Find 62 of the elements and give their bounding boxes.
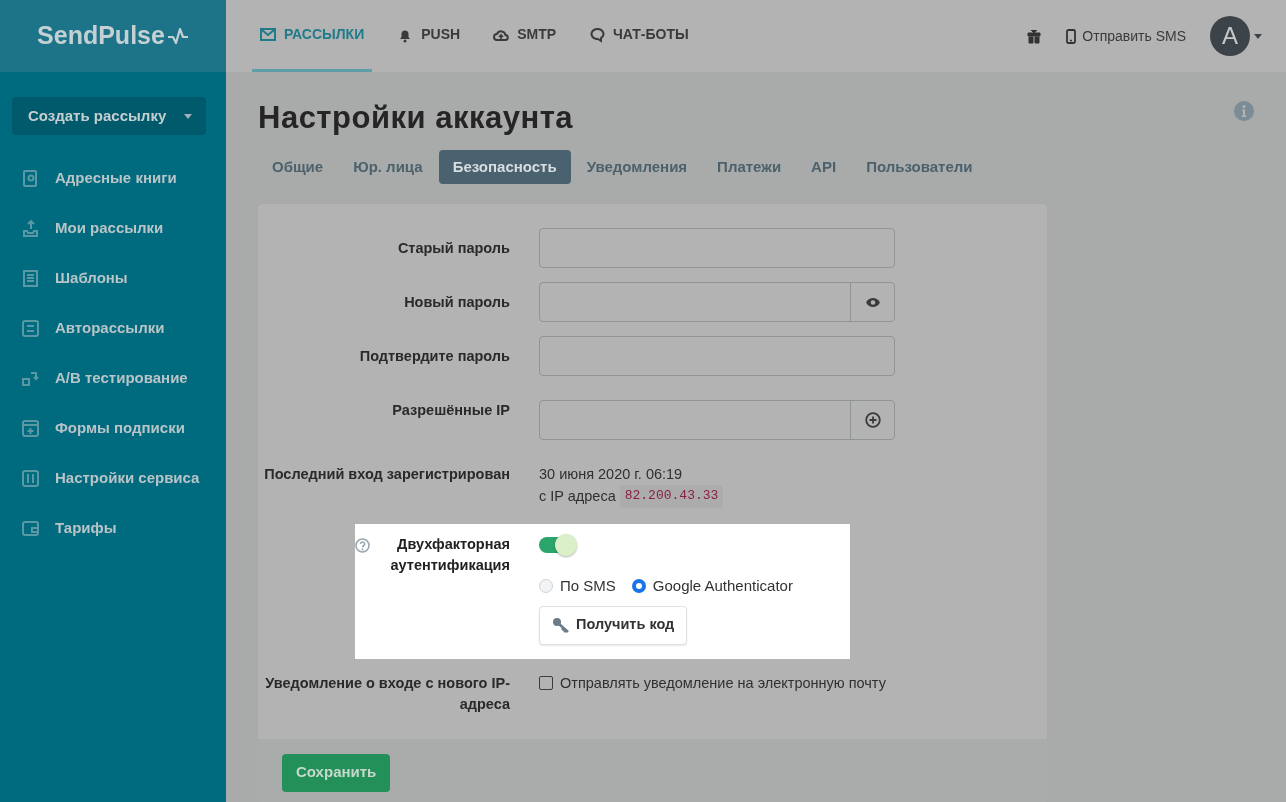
last-login-date: 30 июня 2020 г. 06:19	[539, 465, 684, 485]
template-icon	[22, 269, 39, 287]
top-nav-tab[interactable]: PUSH	[389, 0, 469, 72]
sidebar-item[interactable]: Адресные книги	[0, 153, 226, 203]
radio-option[interactable]: По SMS	[539, 575, 616, 598]
field-label: Новый пароль	[403, 293, 510, 313]
sliders-icon	[22, 319, 39, 337]
input-field[interactable]	[539, 282, 895, 323]
settings-tab[interactable]: Уведомления	[572, 150, 702, 185]
sidebar-item[interactable]: Шаблоны	[0, 253, 226, 303]
get-code-button[interactable]: Получить код	[539, 605, 688, 645]
sidebar-item[interactable]: Авторассылки	[0, 303, 226, 353]
top-nav-tab[interactable]: РАССЫЛКИ	[252, 0, 373, 72]
field-label: Подтвердите пароль	[358, 347, 510, 367]
create-campaign-button[interactable]: Создать рассылку	[12, 97, 206, 135]
send-sms-link[interactable]: Отправить SMS	[1066, 0, 1186, 72]
mail-icon	[260, 26, 276, 43]
settings-tab[interactable]: Общие	[258, 150, 338, 185]
split-icon	[22, 369, 39, 387]
info-icon	[1234, 101, 1254, 122]
notification-checkbox[interactable]: Отправлять уведомление на электронную почту	[539, 672, 886, 695]
input-field[interactable]	[539, 336, 895, 377]
sidebar-item[interactable]: A/B тестирование	[0, 353, 226, 403]
ip-label: с IP адреса	[539, 487, 616, 507]
input-field[interactable]	[539, 400, 895, 441]
eye-icon[interactable]	[864, 296, 881, 308]
sidebar-item[interactable]: Тарифы	[0, 503, 226, 553]
top-nav-tab[interactable]: ЧАТ-БОТЫ	[581, 0, 697, 72]
page-title: Настройки аккаунта	[258, 99, 574, 137]
pulse-icon	[166, 27, 189, 45]
settings-icon	[22, 469, 39, 487]
caret-icon	[1254, 33, 1262, 39]
upload-icon	[22, 219, 39, 237]
form-icon	[22, 419, 39, 437]
settings-tab[interactable]: Безопасность	[438, 150, 571, 185]
chat-bubble-icon	[589, 26, 606, 43]
settings-tab[interactable]: Пользователи	[852, 150, 987, 185]
sidebar-item[interactable]: Формы подписки	[0, 403, 226, 453]
sidebar-item[interactable]: Настройки сервиса	[0, 453, 226, 503]
plus-circle-icon[interactable]	[864, 412, 881, 429]
wallet-icon	[22, 519, 39, 537]
settings-tab[interactable]: Юр. лица	[339, 150, 437, 185]
gift-icon[interactable]	[1026, 28, 1043, 44]
sidebar-item[interactable]: Мои рассылки	[0, 203, 226, 253]
caret-icon	[184, 113, 192, 119]
settings-tab[interactable]: Платежи	[703, 150, 796, 185]
settings-tab[interactable]: API	[797, 150, 851, 185]
help-icon	[355, 538, 370, 554]
address-book-icon	[22, 169, 39, 187]
avatar[interactable]: A	[1210, 16, 1250, 56]
field-label: Старый пароль	[396, 239, 510, 259]
phone-icon	[1066, 28, 1077, 44]
field-label: Уведомление о входе с нового IP-адреса	[264, 673, 510, 714]
field-label: Последний вход зарегистрирован	[263, 465, 510, 485]
field-label: Разрешённые IP	[391, 401, 510, 421]
field-label: Двухфакторная аутентификация	[389, 535, 510, 576]
radio-option[interactable]: Google Authenticator	[631, 575, 793, 598]
input-field[interactable]	[539, 228, 895, 269]
save-button[interactable]: Сохранить	[282, 753, 391, 792]
top-nav-tab[interactable]: SMTP	[485, 0, 565, 72]
ip-address: 82.200.43.33	[619, 485, 724, 509]
key-icon	[552, 617, 570, 634]
